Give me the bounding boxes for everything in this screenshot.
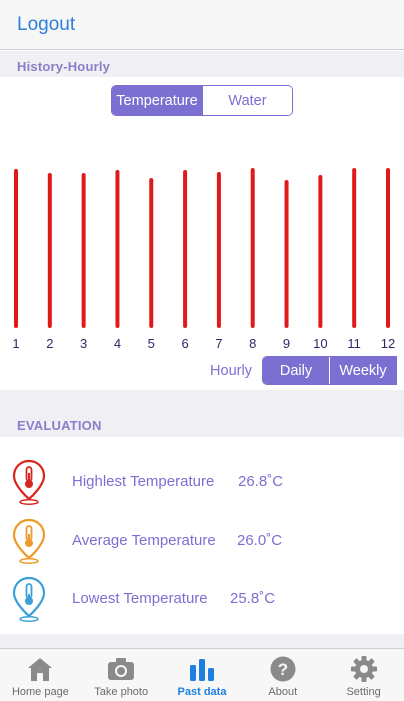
tab-label: About [268,686,298,698]
eval-row-average: Average Temperature 26.0˚C [0,514,404,570]
range-active-group: Daily Weekly [262,356,397,385]
eval-value-highest: 26.8˚C [238,473,284,490]
chart-x-tick-label: 5 [148,336,155,351]
hourly-bar-chart: 1 2 3 4 5 6 7 8 9 10 11 12 [12,168,395,351]
camera-icon [108,658,135,680]
tab-about[interactable]: ? About [242,649,323,701]
tab-past-data[interactable]: Past data [162,649,243,701]
tab-home-page[interactable]: Home page [0,649,81,701]
history-section-header: History-Hourly [0,51,404,77]
tab-setting[interactable]: Setting [323,649,404,701]
eval-label-lowest: Lowest Temperature [72,590,208,607]
orange-thermometer-pin-icon [12,518,46,564]
eval-row-highest: Highlest Temperature 26.8˚C [0,455,404,511]
gear-icon [350,656,377,682]
tab-label: Home page [11,686,69,698]
range-hourly[interactable]: Hourly [200,356,262,385]
red-thermometer-pin-icon [12,459,46,505]
evaluation-section-header: EVALUATION [0,390,404,437]
tab-take-photo[interactable]: Take photo [81,649,162,701]
eval-value-average: 26.0˚C [237,532,283,549]
chart-x-tick-label: 12 [381,336,395,351]
blue-thermometer-pin-icon [12,576,46,622]
chart-x-tick-label: 7 [215,336,222,351]
bottom-tab-bar: Home page Take photo Past data ? About S… [0,648,404,701]
chart-x-tick-label: 2 [46,336,53,351]
tab-water[interactable]: Water [202,86,292,115]
footer-spacer [0,634,404,648]
home-icon [28,658,53,681]
bar-chart-icon [189,659,214,681]
tab-temperature[interactable]: Temperature [112,86,202,115]
eval-row-lowest: Lowest Temperature 25.8˚C [0,572,404,628]
chart-x-tick-label: 9 [283,336,290,351]
metric-segmented-control: Temperature Water [111,85,293,116]
evaluation-header-title: EVALUATION [17,418,102,433]
chart-x-tick-label: 11 [347,336,361,351]
range-weekly[interactable]: Weekly [329,357,396,384]
eval-label-average: Average Temperature [72,532,216,549]
question-icon: ? [270,656,296,682]
chart-x-tick-label: 10 [313,336,327,351]
top-nav-bar: Logout [0,0,404,50]
range-segmented-control: Hourly Daily Weekly [200,356,397,385]
tab-label: Setting [346,686,381,698]
chart-x-tick-label: 6 [181,336,188,351]
logout-button[interactable]: Logout [17,14,75,36]
eval-label-highest: Highlest Temperature [72,473,215,490]
eval-value-lowest: 25.8˚C [230,590,276,607]
tab-label: Past data [177,686,227,698]
svg-text:?: ? [278,660,288,679]
tab-label: Take photo [94,686,149,698]
app-screen: Logout History-Hourly Temperature Water … [0,0,404,701]
chart-x-tick-label: 8 [249,336,256,351]
chart-x-tick-label: 4 [114,336,121,351]
history-header-title: History-Hourly [17,59,111,74]
chart-x-tick-label: 3 [80,336,87,351]
range-daily[interactable]: Daily [263,357,329,384]
chart-x-tick-label: 1 [12,336,19,351]
